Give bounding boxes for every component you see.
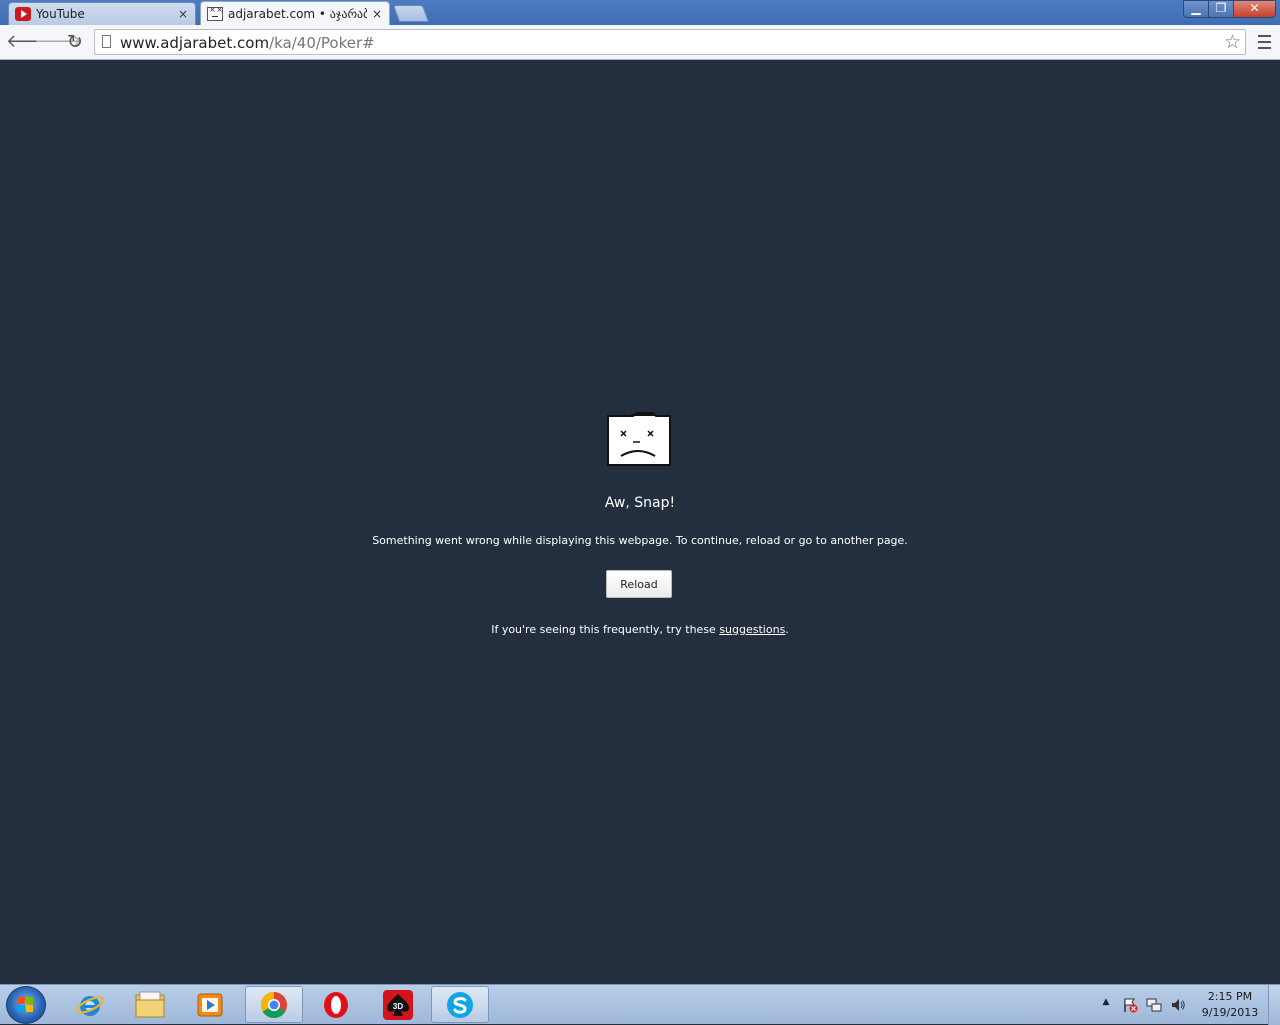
address-bar[interactable]: www.adjarabet.com/ka/40/Poker# ☆ <box>94 29 1246 55</box>
suggestions-link[interactable]: suggestions <box>719 623 785 636</box>
bookmark-star-icon[interactable]: ☆ <box>1224 31 1241 53</box>
url-path: /ka/40/Poker# <box>269 34 375 52</box>
maximize-button[interactable]: ❐ <box>1208 0 1234 18</box>
start-button[interactable] <box>6 986 46 1024</box>
back-arrow-icon[interactable]: 🡐 <box>6 31 54 53</box>
reload-icon[interactable]: ↻ <box>64 31 86 53</box>
windows-taskbar: 3D ▲ 2:15 PM 9/19/2013 <box>0 984 1280 1025</box>
tab-title: YouTube <box>36 7 85 21</box>
action-center-flag-icon[interactable] <box>1122 997 1138 1013</box>
clock[interactable]: 2:15 PM 9/19/2013 <box>1198 989 1262 1021</box>
title-bar: YouTube × adjarabet.com • აჯარაბეთ × ▁ ❐… <box>0 0 1280 25</box>
internet-explorer-button[interactable] <box>61 986 119 1023</box>
network-icon[interactable] <box>1146 997 1162 1013</box>
show-hidden-icons-icon[interactable]: ▲ <box>1098 997 1114 1013</box>
close-window-button[interactable]: ✕ <box>1233 0 1276 18</box>
poker-3d-button[interactable]: 3D <box>369 986 427 1023</box>
skype-button[interactable] <box>431 986 489 1023</box>
internet-explorer-icon <box>76 995 104 1016</box>
skype-icon <box>447 991 473 1018</box>
sad-tab-icon <box>207 5 223 21</box>
tab-youtube[interactable]: YouTube × <box>8 2 196 25</box>
chrome-button[interactable] <box>245 986 303 1023</box>
minimize-button[interactable]: ▁ <box>1183 0 1209 18</box>
suggest-prefix: If you're seeing this frequently, try th… <box>491 623 720 636</box>
reload-button[interactable]: Reload <box>606 570 672 598</box>
new-tab-button[interactable] <box>392 5 430 22</box>
clock-date: 9/19/2013 <box>1201 1006 1259 1019</box>
suggest-suffix: . <box>785 623 789 636</box>
close-tab-icon[interactable]: × <box>371 7 383 21</box>
forward-arrow-icon[interactable]: 🡒 <box>34 31 82 53</box>
media-player-icon <box>197 993 223 1016</box>
file-explorer-icon <box>135 991 165 1017</box>
youtube-icon <box>15 7 31 21</box>
poker-3d-icon: 3D <box>383 989 413 1020</box>
chrome-icon <box>260 991 287 1018</box>
poker-3d-label: 3D <box>393 1002 403 1011</box>
url-host: www.adjarabet.com <box>120 34 270 52</box>
error-page: Aw, Snap! Something went wrong while dis… <box>0 60 1280 984</box>
close-tab-icon[interactable]: × <box>177 7 189 21</box>
sad-folder-icon <box>607 412 671 466</box>
clock-time: 2:15 PM <box>1207 990 1253 1003</box>
show-desktop-button[interactable] <box>1268 985 1280 1025</box>
page-icon <box>102 35 111 48</box>
volume-icon[interactable] <box>1170 997 1186 1013</box>
suggestions-text: If you're seeing this frequently, try th… <box>0 623 1280 636</box>
file-explorer-button[interactable] <box>121 986 179 1023</box>
chrome-menu-icon[interactable] <box>1255 31 1273 53</box>
browser-toolbar: 🡐 🡒 ↻ www.adjarabet.com/ka/40/Poker# ☆ <box>0 25 1280 60</box>
error-message: Something went wrong while displaying th… <box>372 534 908 547</box>
tab-adjarabet[interactable]: adjarabet.com • აჯარაბეთ × <box>200 1 390 25</box>
tab-title: adjarabet.com • აჯარაბეთ <box>228 6 367 21</box>
opera-button[interactable] <box>307 986 365 1023</box>
url-text[interactable]: www.adjarabet.com/ka/40/Poker# <box>120 34 375 52</box>
error-heading: Aw, Snap! <box>604 495 676 511</box>
windows-logo-icon <box>18 997 33 1012</box>
media-player-button[interactable] <box>181 986 239 1023</box>
opera-icon <box>324 991 348 1018</box>
